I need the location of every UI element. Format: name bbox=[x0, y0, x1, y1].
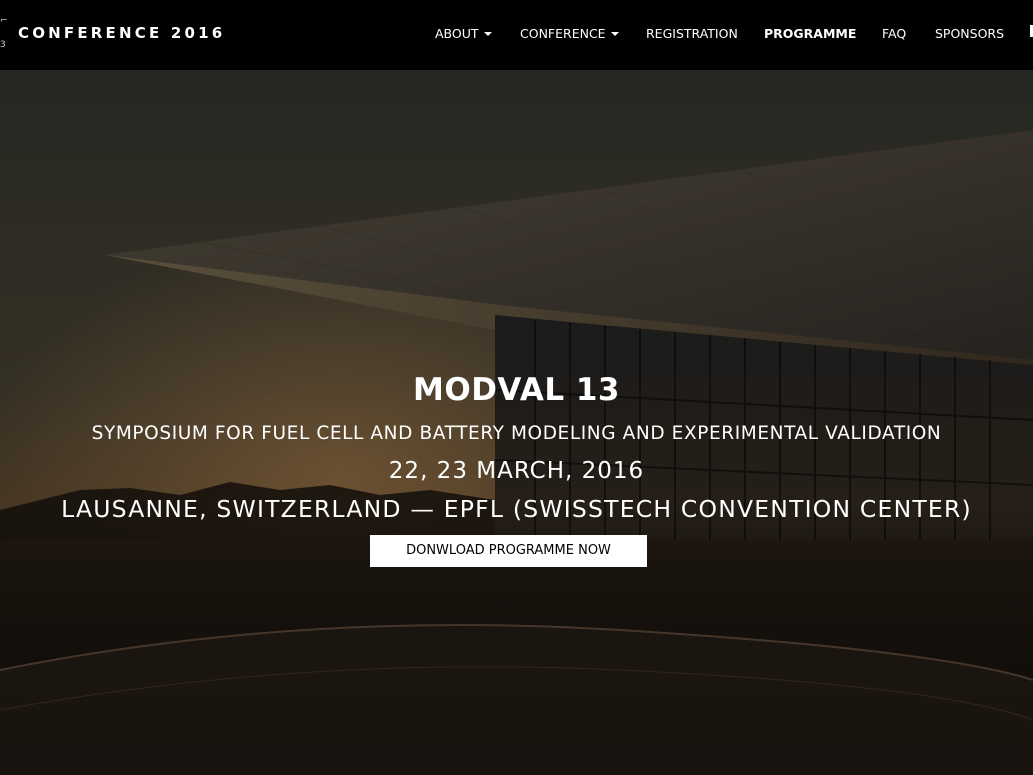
download-programme-button[interactable]: DONWLOAD PROGRAMME NOW bbox=[370, 535, 647, 567]
hero-subtitle: SYMPOSIUM FOR FUEL CELL AND BATTERY MODE… bbox=[91, 423, 942, 444]
hero-location: LAUSANNE, SWITZERLAND — EPFL (SWISSTECH … bbox=[61, 495, 972, 523]
nav-item-label: SPONSORS bbox=[935, 26, 1005, 41]
nav-item-conference[interactable]: CONFERENCE bbox=[520, 26, 619, 41]
nav-item-label: REGISTRATION bbox=[646, 26, 738, 41]
top-navbar: ⌐ 3 CONFERENCE 2016 ABOUT CONFERENCE REG… bbox=[0, 0, 1033, 70]
logo-mark-top: ⌐ bbox=[0, 16, 8, 26]
nav-item-label: FAQ bbox=[882, 26, 907, 41]
nav-item-about[interactable]: ABOUT bbox=[435, 26, 492, 41]
brand-logo[interactable]: ⌐ 3 bbox=[0, 14, 10, 54]
nav-item-label: PROGRAMME bbox=[764, 26, 857, 41]
nav-item-registration[interactable]: REGISTRATION bbox=[646, 26, 738, 41]
nav-item-label: ABOUT bbox=[435, 26, 479, 41]
caret-down-icon bbox=[610, 31, 619, 36]
nav-item-sponsors[interactable]: SPONSORS bbox=[935, 26, 1004, 41]
caret-down-icon bbox=[483, 31, 492, 36]
nav-item-programme[interactable]: PROGRAMME bbox=[764, 26, 856, 41]
hero-dates: 22, 23 MARCH, 2016 bbox=[388, 458, 645, 484]
nav-item-label: CONFERENCE bbox=[520, 26, 606, 41]
brand-title-link[interactable]: CONFERENCE 2016 bbox=[18, 24, 225, 42]
hero-title: MODVAL 13 bbox=[413, 372, 620, 408]
logo-mark-bottom: 3 bbox=[0, 40, 6, 50]
nav-item-faq[interactable]: FAQ bbox=[882, 26, 906, 41]
hero-section: MODVAL 13 SYMPOSIUM FOR FUEL CELL AND BA… bbox=[0, 70, 1033, 775]
